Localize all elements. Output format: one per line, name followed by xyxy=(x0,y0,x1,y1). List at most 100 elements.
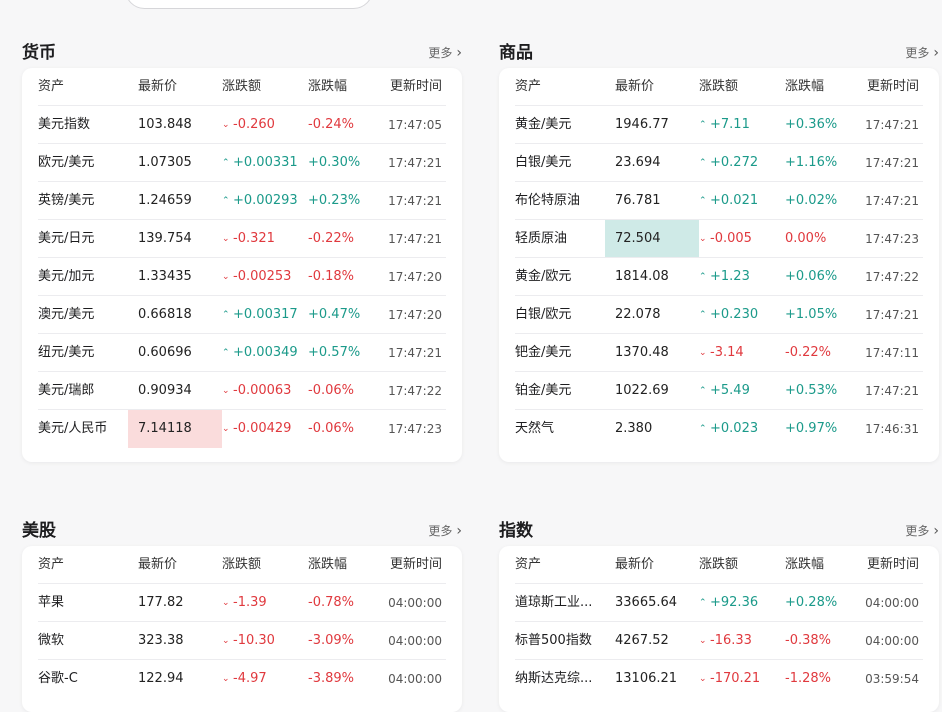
change-amount: ⌃ +92.36 xyxy=(699,584,785,622)
header-change: 涨跌额 xyxy=(699,557,739,572)
last-price: 1814.08 xyxy=(615,269,669,284)
table-row[interactable]: 轻质原油 72.504 ⌄ -0.005 0.00% 17:47:23 xyxy=(499,220,939,258)
table-row[interactable]: 美元/日元 139.754 ⌄ -0.321 -0.22% 17:47:21 xyxy=(22,220,462,258)
section-0: 货币 更多 › 资产 最新价 涨跌额 涨跌幅 更新时间 美元指数 103.848 ⌄ -0… xyxy=(22,38,462,462)
table-row[interactable]: 白银/美元 23.694 ⌃ +0.272 +1.16% 17:47:21 xyxy=(499,144,939,182)
change-value: +0.00331 xyxy=(233,155,298,170)
quote-table: 资产 最新价 涨跌额 涨跌幅 更新时间 美元指数 103.848 ⌄ -0.260 -0.… xyxy=(22,68,462,462)
asset-name: 天然气 xyxy=(515,421,555,436)
section-title: 美股 xyxy=(22,521,56,541)
change-value: +0.272 xyxy=(710,155,759,170)
table-row[interactable]: 天然气 2.380 ⌃ +0.023 +0.97% 17:46:31 xyxy=(499,410,939,448)
section-title: 商品 xyxy=(499,43,533,63)
chevron-right-icon: › xyxy=(456,523,462,539)
caret-down-icon: ⌄ xyxy=(222,120,230,130)
change-amount: ⌄ -0.321 xyxy=(222,220,308,258)
table-row[interactable]: 纳斯达克综... 13106.21 ⌄ -170.21 -1.28% 03:59:… xyxy=(499,660,939,698)
asset-name: 钯金/美元 xyxy=(515,345,572,360)
change-amount: ⌄ -16.33 xyxy=(699,622,785,660)
change-amount: ⌃ +0.021 xyxy=(699,182,785,220)
change-amount: ⌄ -0.005 xyxy=(699,220,785,258)
caret-down-icon: ⌄ xyxy=(699,234,707,244)
change-value: -0.321 xyxy=(233,231,275,246)
asset-name: 布伦特原油 xyxy=(515,193,581,208)
more-link[interactable]: 更多 › xyxy=(905,522,939,540)
change-value: -16.33 xyxy=(710,633,752,648)
asset-name: 黄金/美元 xyxy=(515,117,572,132)
more-link[interactable]: 更多 › xyxy=(428,522,462,540)
update-time: 17:47:21 xyxy=(865,308,919,322)
table-row[interactable]: 铂金/美元 1022.69 ⌃ +5.49 +0.53% 17:47:21 xyxy=(499,372,939,410)
update-time: 17:47:21 xyxy=(388,232,442,246)
quote-table: 资产 最新价 涨跌额 涨跌幅 更新时间 黄金/美元 1946.77 ⌃ +7.11 +0.… xyxy=(499,68,939,462)
table-row[interactable]: 美元/加元 1.33435 ⌄ -0.00253 -0.18% 17:47:20 xyxy=(22,258,462,296)
header-asset: 资产 xyxy=(38,79,65,94)
caret-down-icon: ⌄ xyxy=(699,348,707,358)
last-price: 323.38 xyxy=(138,633,184,648)
table-row[interactable]: 黄金/欧元 1814.08 ⌃ +1.23 +0.06% 17:47:22 xyxy=(499,258,939,296)
caret-up-icon: ⌃ xyxy=(699,120,707,130)
caret-down-icon: ⌄ xyxy=(222,234,230,244)
asset-name: 黄金/欧元 xyxy=(515,269,572,284)
change-amount: ⌃ +0.00293 xyxy=(222,182,308,220)
table-row[interactable]: 美元指数 103.848 ⌄ -0.260 -0.24% 17:47:05 xyxy=(22,106,462,144)
table-row[interactable]: 澳元/美元 0.66818 ⌃ +0.00317 +0.47% 17:47:20 xyxy=(22,296,462,334)
table-row[interactable]: 钯金/美元 1370.48 ⌄ -3.14 -0.22% 17:47:11 xyxy=(499,334,939,372)
change-value: +0.00317 xyxy=(233,307,298,322)
header-asset: 资产 xyxy=(515,79,542,94)
last-price: 1946.77 xyxy=(615,117,669,132)
update-time: 17:47:21 xyxy=(865,156,919,170)
table-row[interactable]: 标普500指数 4267.52 ⌄ -16.33 -0.38% 04:00:00 xyxy=(499,622,939,660)
asset-name: 铂金/美元 xyxy=(515,383,572,398)
table-row[interactable]: 布伦特原油 76.781 ⌃ +0.021 +0.02% 17:47:21 xyxy=(499,182,939,220)
asset-name: 英镑/美元 xyxy=(38,193,95,208)
last-price: 23.694 xyxy=(615,155,661,170)
asset-name: 美元/日元 xyxy=(38,231,95,246)
section-header: 指数 更多 › xyxy=(499,516,939,546)
change-value: -170.21 xyxy=(710,671,761,686)
caret-down-icon: ⌄ xyxy=(699,674,707,684)
table-row[interactable]: 美元/人民币 7.14118 ⌄ -0.00429 -0.06% 17:47:23 xyxy=(22,410,462,448)
table-row[interactable]: 黄金/美元 1946.77 ⌃ +7.11 +0.36% 17:47:21 xyxy=(499,106,939,144)
table-row[interactable]: 纽元/美元 0.60696 ⌃ +0.00349 +0.57% 17:47:21 xyxy=(22,334,462,372)
asset-name: 美元/人民币 xyxy=(38,421,108,436)
change-value: +1.23 xyxy=(710,269,750,284)
last-price: 1022.69 xyxy=(615,383,669,398)
change-value: +5.49 xyxy=(710,383,750,398)
chevron-right-icon: › xyxy=(933,45,939,61)
table-row[interactable]: 谷歌-C 122.94 ⌄ -4.97 -3.89% 04:00:00 xyxy=(22,660,462,698)
table-row[interactable]: 微软 323.38 ⌄ -10.30 -3.09% 04:00:00 xyxy=(22,622,462,660)
table-row[interactable]: 白银/欧元 22.078 ⌃ +0.230 +1.05% 17:47:21 xyxy=(499,296,939,334)
last-price: 1.24659 xyxy=(138,193,192,208)
asset-name: 美元/瑞郎 xyxy=(38,383,95,398)
change-amount: ⌄ -0.00253 xyxy=(222,258,308,296)
asset-name: 轻质原油 xyxy=(515,231,568,246)
change-value: +92.36 xyxy=(710,595,759,610)
section-header: 美股 更多 › xyxy=(22,516,462,546)
search-box[interactable] xyxy=(125,0,373,9)
more-link[interactable]: 更多 › xyxy=(905,44,939,62)
update-time: 17:47:21 xyxy=(388,156,442,170)
table-row[interactable]: 英镑/美元 1.24659 ⌃ +0.00293 +0.23% 17:47:21 xyxy=(22,182,462,220)
last-price: 1.07305 xyxy=(138,155,192,170)
update-time: 04:00:00 xyxy=(388,634,442,648)
table-row[interactable]: 欧元/美元 1.07305 ⌃ +0.00331 +0.30% 17:47:21 xyxy=(22,144,462,182)
table-row[interactable]: 美元/瑞郎 0.90934 ⌄ -0.00063 -0.06% 17:47:22 xyxy=(22,372,462,410)
last-price: 177.82 xyxy=(138,595,184,610)
caret-up-icon: ⌃ xyxy=(699,310,707,320)
asset-name: 苹果 xyxy=(38,595,65,610)
last-price: 1370.48 xyxy=(615,345,669,360)
quote-table: 资产 最新价 涨跌额 涨跌幅 更新时间 道琼斯工业... 33665.64 ⌃ +92.3… xyxy=(499,546,939,712)
change-value: -0.00429 xyxy=(233,421,292,436)
section-header: 货币 更多 › xyxy=(22,38,462,68)
table-row[interactable]: 苹果 177.82 ⌄ -1.39 -0.78% 04:00:00 xyxy=(22,584,462,622)
caret-down-icon: ⌄ xyxy=(222,386,230,396)
asset-name: 欧元/美元 xyxy=(38,155,95,170)
asset-name: 美元/加元 xyxy=(38,269,95,284)
caret-up-icon: ⌃ xyxy=(699,158,707,168)
more-link[interactable]: 更多 › xyxy=(428,44,462,62)
last-price: 0.90934 xyxy=(138,383,192,398)
caret-down-icon: ⌄ xyxy=(222,424,230,434)
table-header: 资产 最新价 涨跌额 涨跌幅 更新时间 xyxy=(499,68,939,106)
table-row[interactable]: 道琼斯工业... 33665.64 ⌃ +92.36 +0.28% 04:00:0… xyxy=(499,584,939,622)
